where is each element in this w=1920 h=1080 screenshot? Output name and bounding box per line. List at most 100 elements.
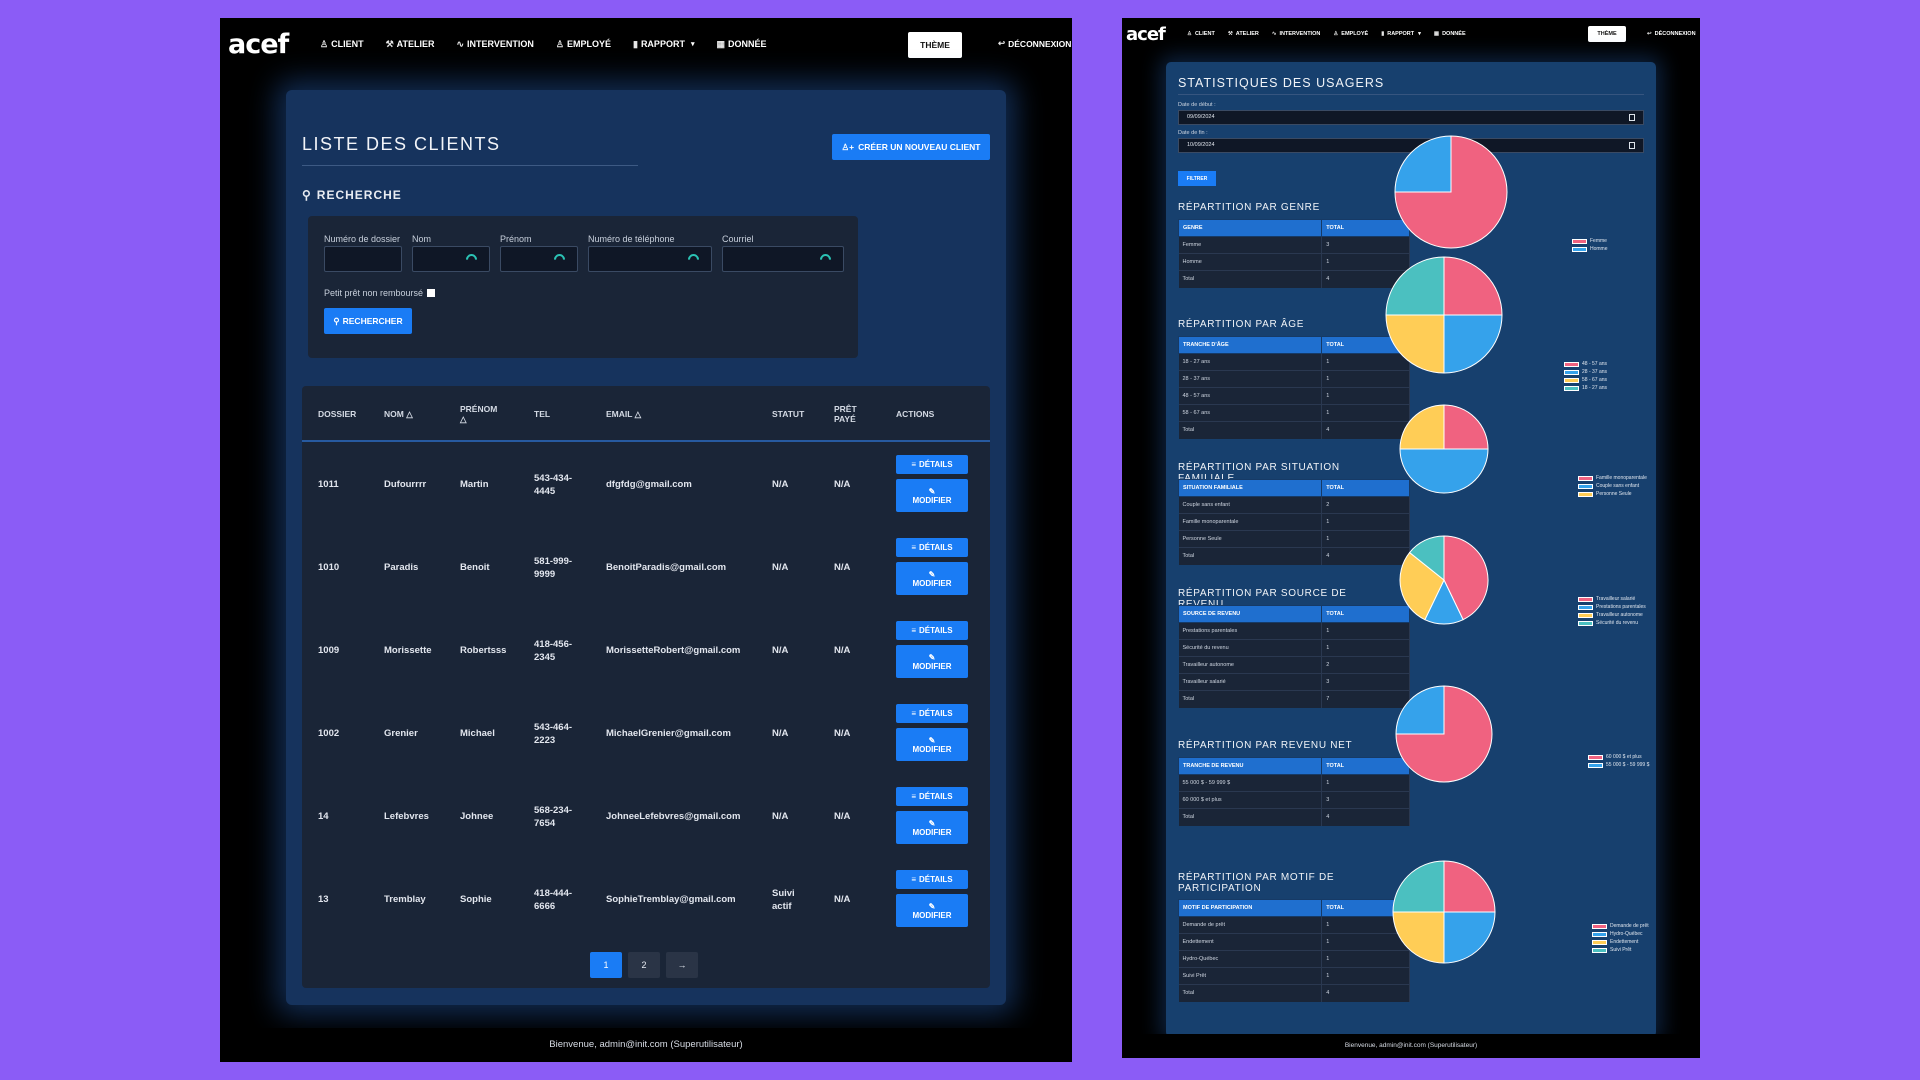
legend-item[interactable]: 58 - 67 ans xyxy=(1564,376,1607,384)
phone-input[interactable] xyxy=(588,246,712,272)
page-1-button[interactable]: 1 xyxy=(590,952,622,978)
create-client-button[interactable]: ♙+ CRÉER UN NOUVEAU CLIENT xyxy=(832,134,990,160)
legend-item[interactable]: Endettement xyxy=(1592,938,1649,946)
legend-item[interactable]: Famille monoparentale xyxy=(1578,474,1647,482)
legend-label: 28 - 37 ans xyxy=(1582,369,1608,375)
pie-slice[interactable] xyxy=(1443,911,1496,964)
pie-slice[interactable] xyxy=(1392,860,1445,913)
nav-intervention[interactable]: ∿ INTERVENTION xyxy=(457,39,534,50)
nav-atelier[interactable]: ⚒ ATELIER xyxy=(1228,31,1259,37)
search-button[interactable]: ⚲ RECHERCHER xyxy=(324,308,412,334)
legend-item[interactable]: Sécurité du revenu xyxy=(1578,619,1646,627)
nav-employe[interactable]: ♙ EMPLOYÉ xyxy=(1333,31,1368,37)
legend-item[interactable]: Travailleur salarié xyxy=(1578,595,1646,603)
modify-button[interactable]: ✎ MODIFIER xyxy=(896,645,968,678)
legend-swatch xyxy=(1592,923,1607,929)
legend-item[interactable]: Travailleur autonome xyxy=(1578,611,1646,619)
modify-button[interactable]: ✎ MODIFIER xyxy=(896,562,968,595)
col-dossier[interactable]: DOSSIER xyxy=(318,409,356,419)
details-button[interactable]: ≡ DÉTAILS xyxy=(896,538,968,557)
pie-slice[interactable] xyxy=(1385,256,1445,316)
pie-slice[interactable] xyxy=(1395,685,1445,735)
pie-slice[interactable] xyxy=(1399,448,1489,494)
details-button[interactable]: ≡ DÉTAILS xyxy=(896,621,968,640)
legend-item[interactable]: Suivi Prêt xyxy=(1592,946,1649,954)
col-statut[interactable]: STATUT xyxy=(772,409,804,419)
legend-item[interactable]: Femme xyxy=(1572,237,1608,245)
filter-button[interactable]: FILTRER xyxy=(1178,171,1216,186)
legend-item[interactable]: 18 - 27 ans xyxy=(1564,384,1607,392)
details-button[interactable]: ≡ DÉTAILS xyxy=(896,870,968,889)
prenom-input[interactable] xyxy=(500,246,578,272)
modify-button[interactable]: ✎ MODIFIER xyxy=(896,479,968,512)
theme-button[interactable]: THÈME xyxy=(908,32,962,58)
nav-client[interactable]: ♙ CLIENT xyxy=(320,39,364,50)
legend-item[interactable]: Couple sans enfant xyxy=(1578,482,1647,490)
pie-chart xyxy=(1395,685,1493,783)
nav-intervention[interactable]: ∿ INTERVENTION xyxy=(1272,31,1320,37)
nav-rapport[interactable]: ▮ RAPPORT ▾ xyxy=(1381,31,1421,37)
stats-cell: Travailleur autonome xyxy=(1178,656,1323,674)
stats-table-header: SOURCE DE REVENU xyxy=(1177,605,1323,623)
col-email[interactable]: EMAIL △ xyxy=(606,409,641,420)
theme-button[interactable]: THÈME xyxy=(1588,26,1626,42)
unpaid-loan-checkbox[interactable] xyxy=(427,289,436,297)
page-2-button[interactable]: 2 xyxy=(628,952,660,978)
next-page-button[interactable]: → xyxy=(666,952,698,978)
details-button[interactable]: ≡ DÉTAILS xyxy=(896,787,968,806)
modify-button[interactable]: ✎ MODIFIER xyxy=(896,894,968,927)
nav-rapport[interactable]: ▮ RAPPORT ▾ xyxy=(633,39,694,50)
pie-slice[interactable] xyxy=(1394,135,1452,193)
nav-donnee[interactable]: ▦ DONNÉE xyxy=(1434,31,1466,37)
nom-input[interactable] xyxy=(412,246,490,272)
details-button[interactable]: ≡ DÉTAILS xyxy=(896,455,968,474)
pie-slice[interactable] xyxy=(1399,404,1445,450)
stats-cell: 3 xyxy=(1321,791,1410,809)
legend-item[interactable]: 55 000 $ - 59 999 $ xyxy=(1588,761,1649,769)
pie-slice[interactable] xyxy=(1443,314,1503,374)
email-input[interactable] xyxy=(722,246,844,272)
legend-item[interactable]: 28 - 37 ans xyxy=(1564,368,1607,376)
stats-table: SOURCE DE REVENU TOTAL Prestations parenta… xyxy=(1177,605,1410,708)
legend-item[interactable]: 48 - 57 ans xyxy=(1564,360,1607,368)
start-date-input[interactable]: 09/09/2024 xyxy=(1178,110,1644,125)
logo[interactable]: acef xyxy=(1126,24,1174,45)
pie-chart xyxy=(1392,860,1496,964)
nav-client[interactable]: ♙ CLIENT xyxy=(1187,31,1215,37)
legend-item[interactable]: Prestations parentales xyxy=(1578,603,1646,611)
pie-slice[interactable] xyxy=(1392,911,1445,964)
col-tel[interactable]: TEL xyxy=(534,409,550,419)
legend-item[interactable]: Hydro-Québec xyxy=(1592,930,1649,938)
logo[interactable]: acef xyxy=(228,29,298,60)
legend-item[interactable]: Personne Seule xyxy=(1578,490,1647,498)
loading-icon xyxy=(685,251,702,268)
col-prenom[interactable]: PRÉNOM △ xyxy=(460,404,500,425)
stats-cell: Total xyxy=(1178,690,1323,708)
nav-employe[interactable]: ♙ EMPLOYÉ xyxy=(556,39,611,50)
col-nom[interactable]: NOM △ xyxy=(384,409,413,420)
pie-slice[interactable] xyxy=(1443,404,1489,450)
prenom-label: Prénom xyxy=(500,234,532,244)
modify-button[interactable]: ✎ MODIFIER xyxy=(896,728,968,761)
stats-table-header: SITUATION FAMILIALE xyxy=(1177,479,1323,497)
legend-label: Hydro-Québec xyxy=(1610,931,1643,937)
calendar-icon xyxy=(1629,142,1635,149)
loading-icon xyxy=(817,251,834,268)
col-pret-paye[interactable]: PRÊT PAYÉ xyxy=(834,404,864,424)
legend-item[interactable]: Demande de prêt xyxy=(1592,922,1649,930)
nav-donnee[interactable]: ▦ DONNÉE xyxy=(716,39,766,50)
legend-item[interactable]: 60 000 $ et plus xyxy=(1588,753,1649,761)
pie-slice[interactable] xyxy=(1443,860,1496,913)
nav-atelier[interactable]: ⚒ ATELIER xyxy=(386,39,435,50)
legend-label: Homme xyxy=(1590,246,1608,252)
stats-cell: 4 xyxy=(1321,808,1410,826)
modify-button[interactable]: ✎ MODIFIER xyxy=(896,811,968,844)
pie-slice[interactable] xyxy=(1443,256,1503,316)
logout-button[interactable]: ↩ DÉCONNEXION xyxy=(998,38,1071,49)
pie-slice[interactable] xyxy=(1385,314,1445,374)
person-icon: ♙ xyxy=(1187,31,1192,37)
dossier-input[interactable] xyxy=(324,246,402,272)
logout-button[interactable]: ↩ DÉCONNEXION xyxy=(1647,31,1696,37)
details-button[interactable]: ≡ DÉTAILS xyxy=(896,704,968,723)
legend-item[interactable]: Homme xyxy=(1572,245,1608,253)
